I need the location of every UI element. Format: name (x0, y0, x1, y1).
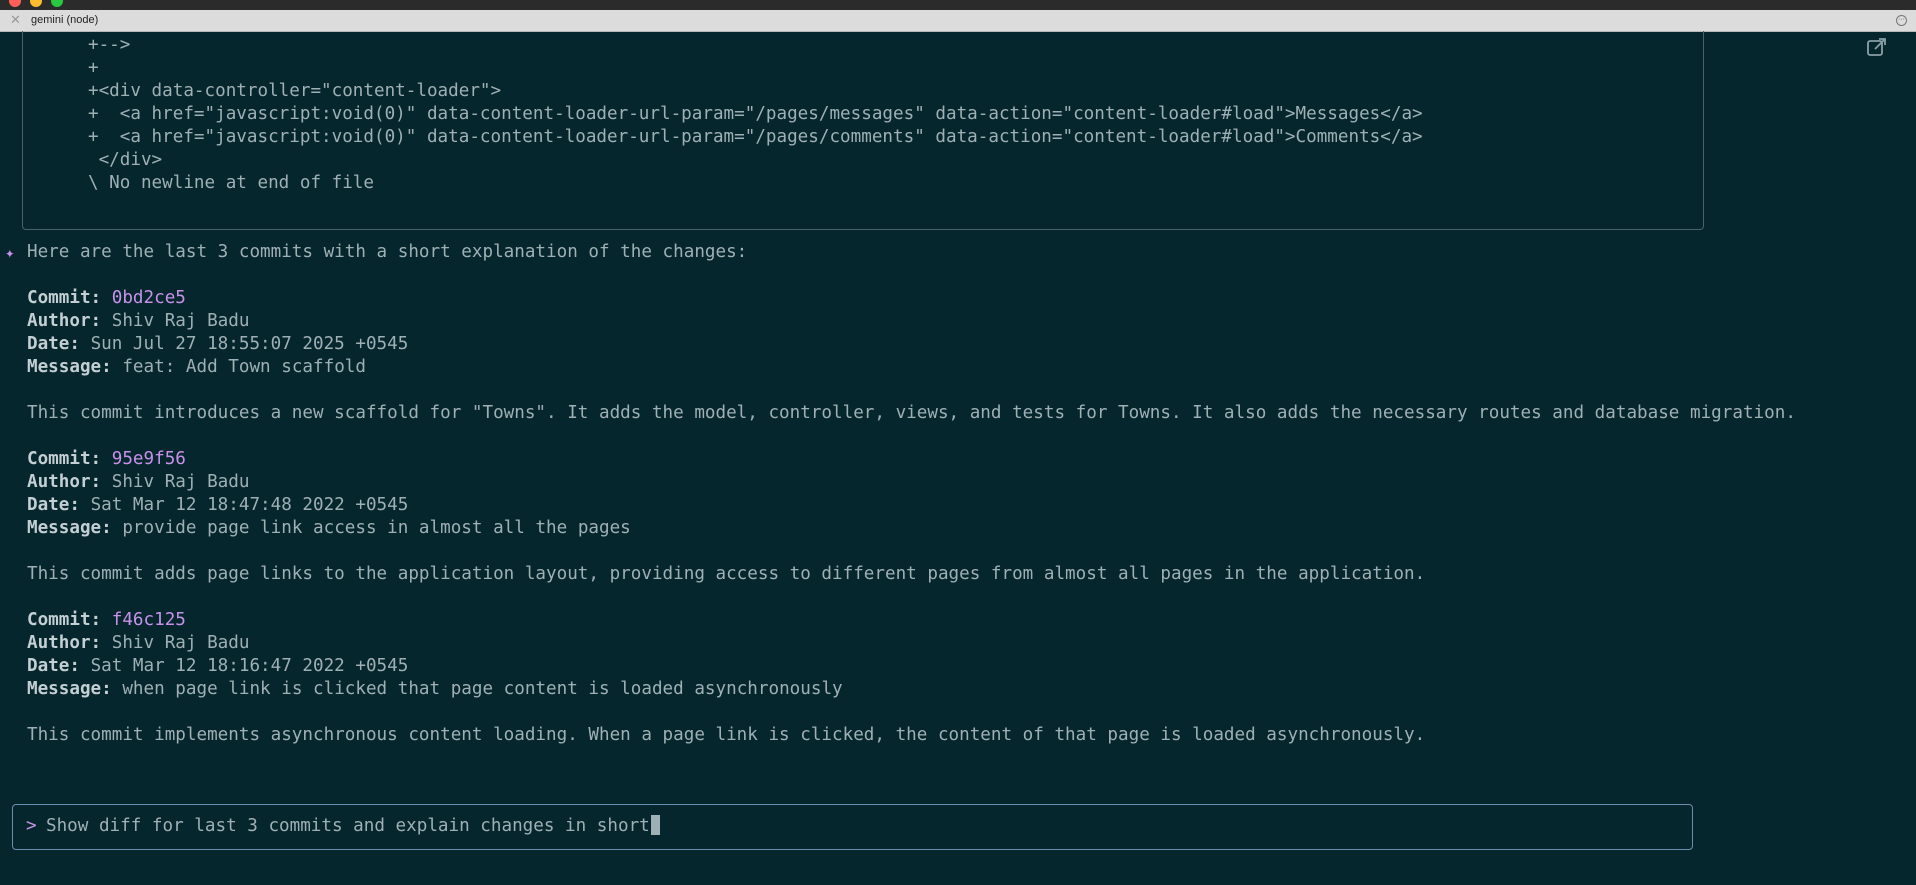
commit-label: Commit: (27, 610, 102, 630)
commit-message: provide page link access in almost all t… (122, 518, 631, 538)
commit-message-line: Message: provide page link access in alm… (27, 517, 631, 540)
author-label: Author: (27, 311, 102, 331)
commit-date: Sat Mar 12 18:47:48 2022 +0545 (90, 495, 409, 515)
gemini-sparkle-icon: ✦ (5, 243, 15, 262)
commit-date-line: Date: Sun Jul 27 18:55:07 2025 +0545 (27, 333, 408, 356)
commit-message: when page link is clicked that page cont… (122, 679, 843, 699)
commit-date: Sun Jul 27 18:55:07 2025 +0545 (90, 334, 409, 354)
author-label: Author: (27, 633, 102, 653)
prompt-input-box[interactable]: > Show diff for last 3 commits and expla… (12, 804, 1693, 850)
tab-menu-icon[interactable]: ··· (1896, 15, 1907, 26)
prompt-symbol: > (26, 816, 37, 836)
diff-line: +--> (88, 35, 131, 55)
commit-message-line: Message: feat: Add Town scaffold (27, 356, 366, 379)
date-label: Date: (27, 656, 80, 676)
tab-bar: ✕ gemini (node) ··· (0, 10, 1916, 32)
commit-date-line: Date: Sat Mar 12 18:16:47 2022 +0545 (27, 655, 408, 678)
commit-hash-line: Commit: 0bd2ce5 (27, 287, 186, 310)
commit-hash: f46c125 (111, 610, 186, 630)
commit-explanation: This commit adds page links to the appli… (27, 564, 1426, 584)
zoom-window-button[interactable] (51, 0, 63, 7)
commit-author-line: Author: Shiv Raj Badu (27, 310, 249, 333)
diff-line: +<div data-controller="content-loader"> (88, 81, 502, 101)
commit-hash-line: Commit: 95e9f56 (27, 448, 186, 471)
commit-hash: 95e9f56 (111, 449, 186, 469)
commit-hash-line: Commit: f46c125 (27, 609, 186, 632)
diff-line: + <a href="javascript:void(0)" data-cont… (88, 104, 1423, 124)
commit-hash: 0bd2ce5 (111, 288, 186, 308)
commit-date-line: Date: Sat Mar 12 18:47:48 2022 +0545 (27, 494, 408, 517)
diff-line: </div> (88, 150, 163, 170)
date-label: Date: (27, 334, 80, 354)
author-label: Author: (27, 472, 102, 492)
window-titlebar (0, 0, 1916, 10)
date-label: Date: (27, 495, 80, 515)
diff-line: \ No newline at end of file (88, 173, 374, 193)
commit-author-line: Author: Shiv Raj Badu (27, 471, 249, 494)
diff-line: + (88, 58, 99, 78)
commit-author: Shiv Raj Badu (111, 472, 250, 492)
close-window-button[interactable] (9, 0, 21, 7)
commit-explanation: This commit implements asynchronous cont… (27, 725, 1426, 745)
commit-date: Sat Mar 12 18:16:47 2022 +0545 (90, 656, 409, 676)
tab-close-icon[interactable]: ✕ (10, 12, 21, 28)
commit-label: Commit: (27, 449, 102, 469)
message-label: Message: (27, 518, 112, 538)
open-external-icon[interactable] (1866, 36, 1888, 58)
response-intro: Here are the last 3 commits with a short… (27, 242, 748, 262)
tab-title[interactable]: gemini (node) (31, 14, 98, 26)
commit-label: Commit: (27, 288, 102, 308)
terminal-content: +--> + +<div data-controller="content-lo… (0, 31, 1916, 885)
minimize-window-button[interactable] (30, 0, 42, 7)
commit-explanation: This commit introduces a new scaffold fo… (27, 403, 1796, 423)
text-cursor (650, 815, 660, 835)
commit-message: feat: Add Town scaffold (122, 357, 366, 377)
commit-author-line: Author: Shiv Raj Badu (27, 632, 249, 655)
commit-author: Shiv Raj Badu (111, 633, 250, 653)
prompt-input-text: Show diff for last 3 commits and explain… (46, 816, 650, 836)
diff-output-box: +--> + +<div data-controller="content-lo… (22, 31, 1704, 230)
message-label: Message: (27, 357, 112, 377)
message-label: Message: (27, 679, 112, 699)
commit-author: Shiv Raj Badu (111, 311, 250, 331)
diff-line: + <a href="javascript:void(0)" data-cont… (88, 127, 1423, 147)
prompt-input[interactable]: Show diff for last 3 commits and explain… (46, 815, 660, 838)
commit-message-line: Message: when page link is clicked that … (27, 678, 843, 701)
